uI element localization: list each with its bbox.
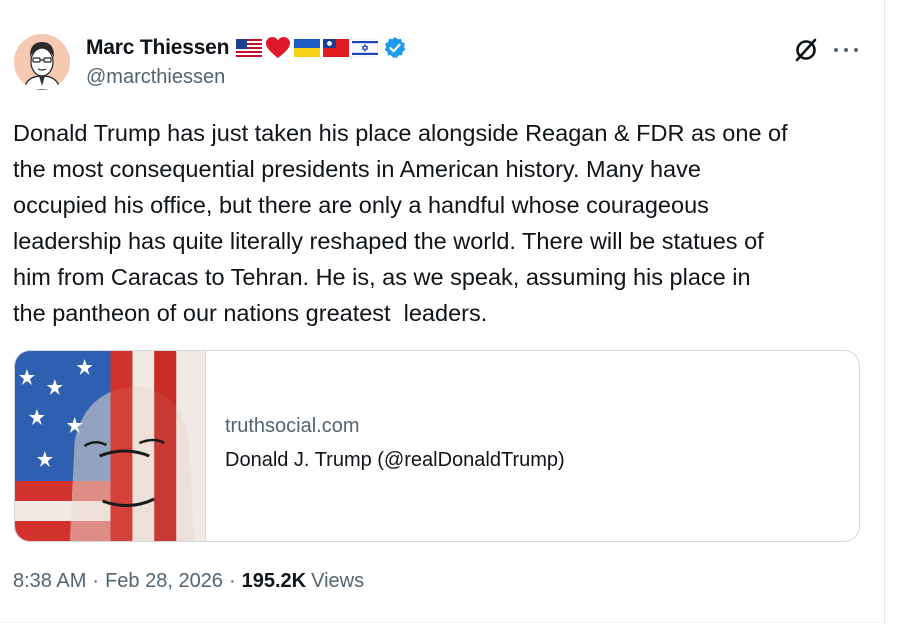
flag-taiwan-icon <box>323 39 350 57</box>
flag-israel-icon <box>352 39 379 57</box>
tweet-text: Donald Trump has just taken his place al… <box>13 120 788 326</box>
views-count[interactable]: 195.2K <box>242 570 307 593</box>
tweet-time[interactable]: 8:38 AM <box>13 570 86 593</box>
badge-icons <box>236 36 407 60</box>
tweet-date[interactable]: Feb 28, 2026 <box>105 570 223 593</box>
tweet-meta: 8:38 AM · Feb 28, 2026 · 195.2K Views <box>13 570 364 593</box>
flag-us-icon <box>236 39 263 57</box>
meta-separator: · <box>92 570 100 592</box>
author-display-name[interactable]: Marc Thiessen <box>86 36 229 60</box>
verified-badge-icon[interactable] <box>383 36 407 60</box>
avatar-illustration <box>14 34 70 90</box>
flag-ukraine-icon <box>294 39 321 57</box>
link-card-domain: truthsocial.com <box>225 415 360 437</box>
author-name-row: Marc Thiessen <box>86 33 407 63</box>
views-label: Views <box>311 570 365 592</box>
column-border <box>884 0 885 624</box>
link-preview-image <box>15 351 206 541</box>
author-handle[interactable]: @marcthiessen <box>86 66 225 89</box>
meta-separator-2: · <box>228 570 236 592</box>
link-preview-card[interactable]: truthsocial.com Donald J. Trump (@realDo… <box>14 350 860 542</box>
link-card-title: Donald J. Trump (@realDonaldTrump) <box>225 449 565 471</box>
grok-icon[interactable] <box>792 36 820 64</box>
more-options-icon[interactable] <box>834 38 858 62</box>
avatar[interactable] <box>14 34 70 90</box>
red-heart-icon <box>266 37 291 58</box>
tweet-divider <box>0 622 884 623</box>
